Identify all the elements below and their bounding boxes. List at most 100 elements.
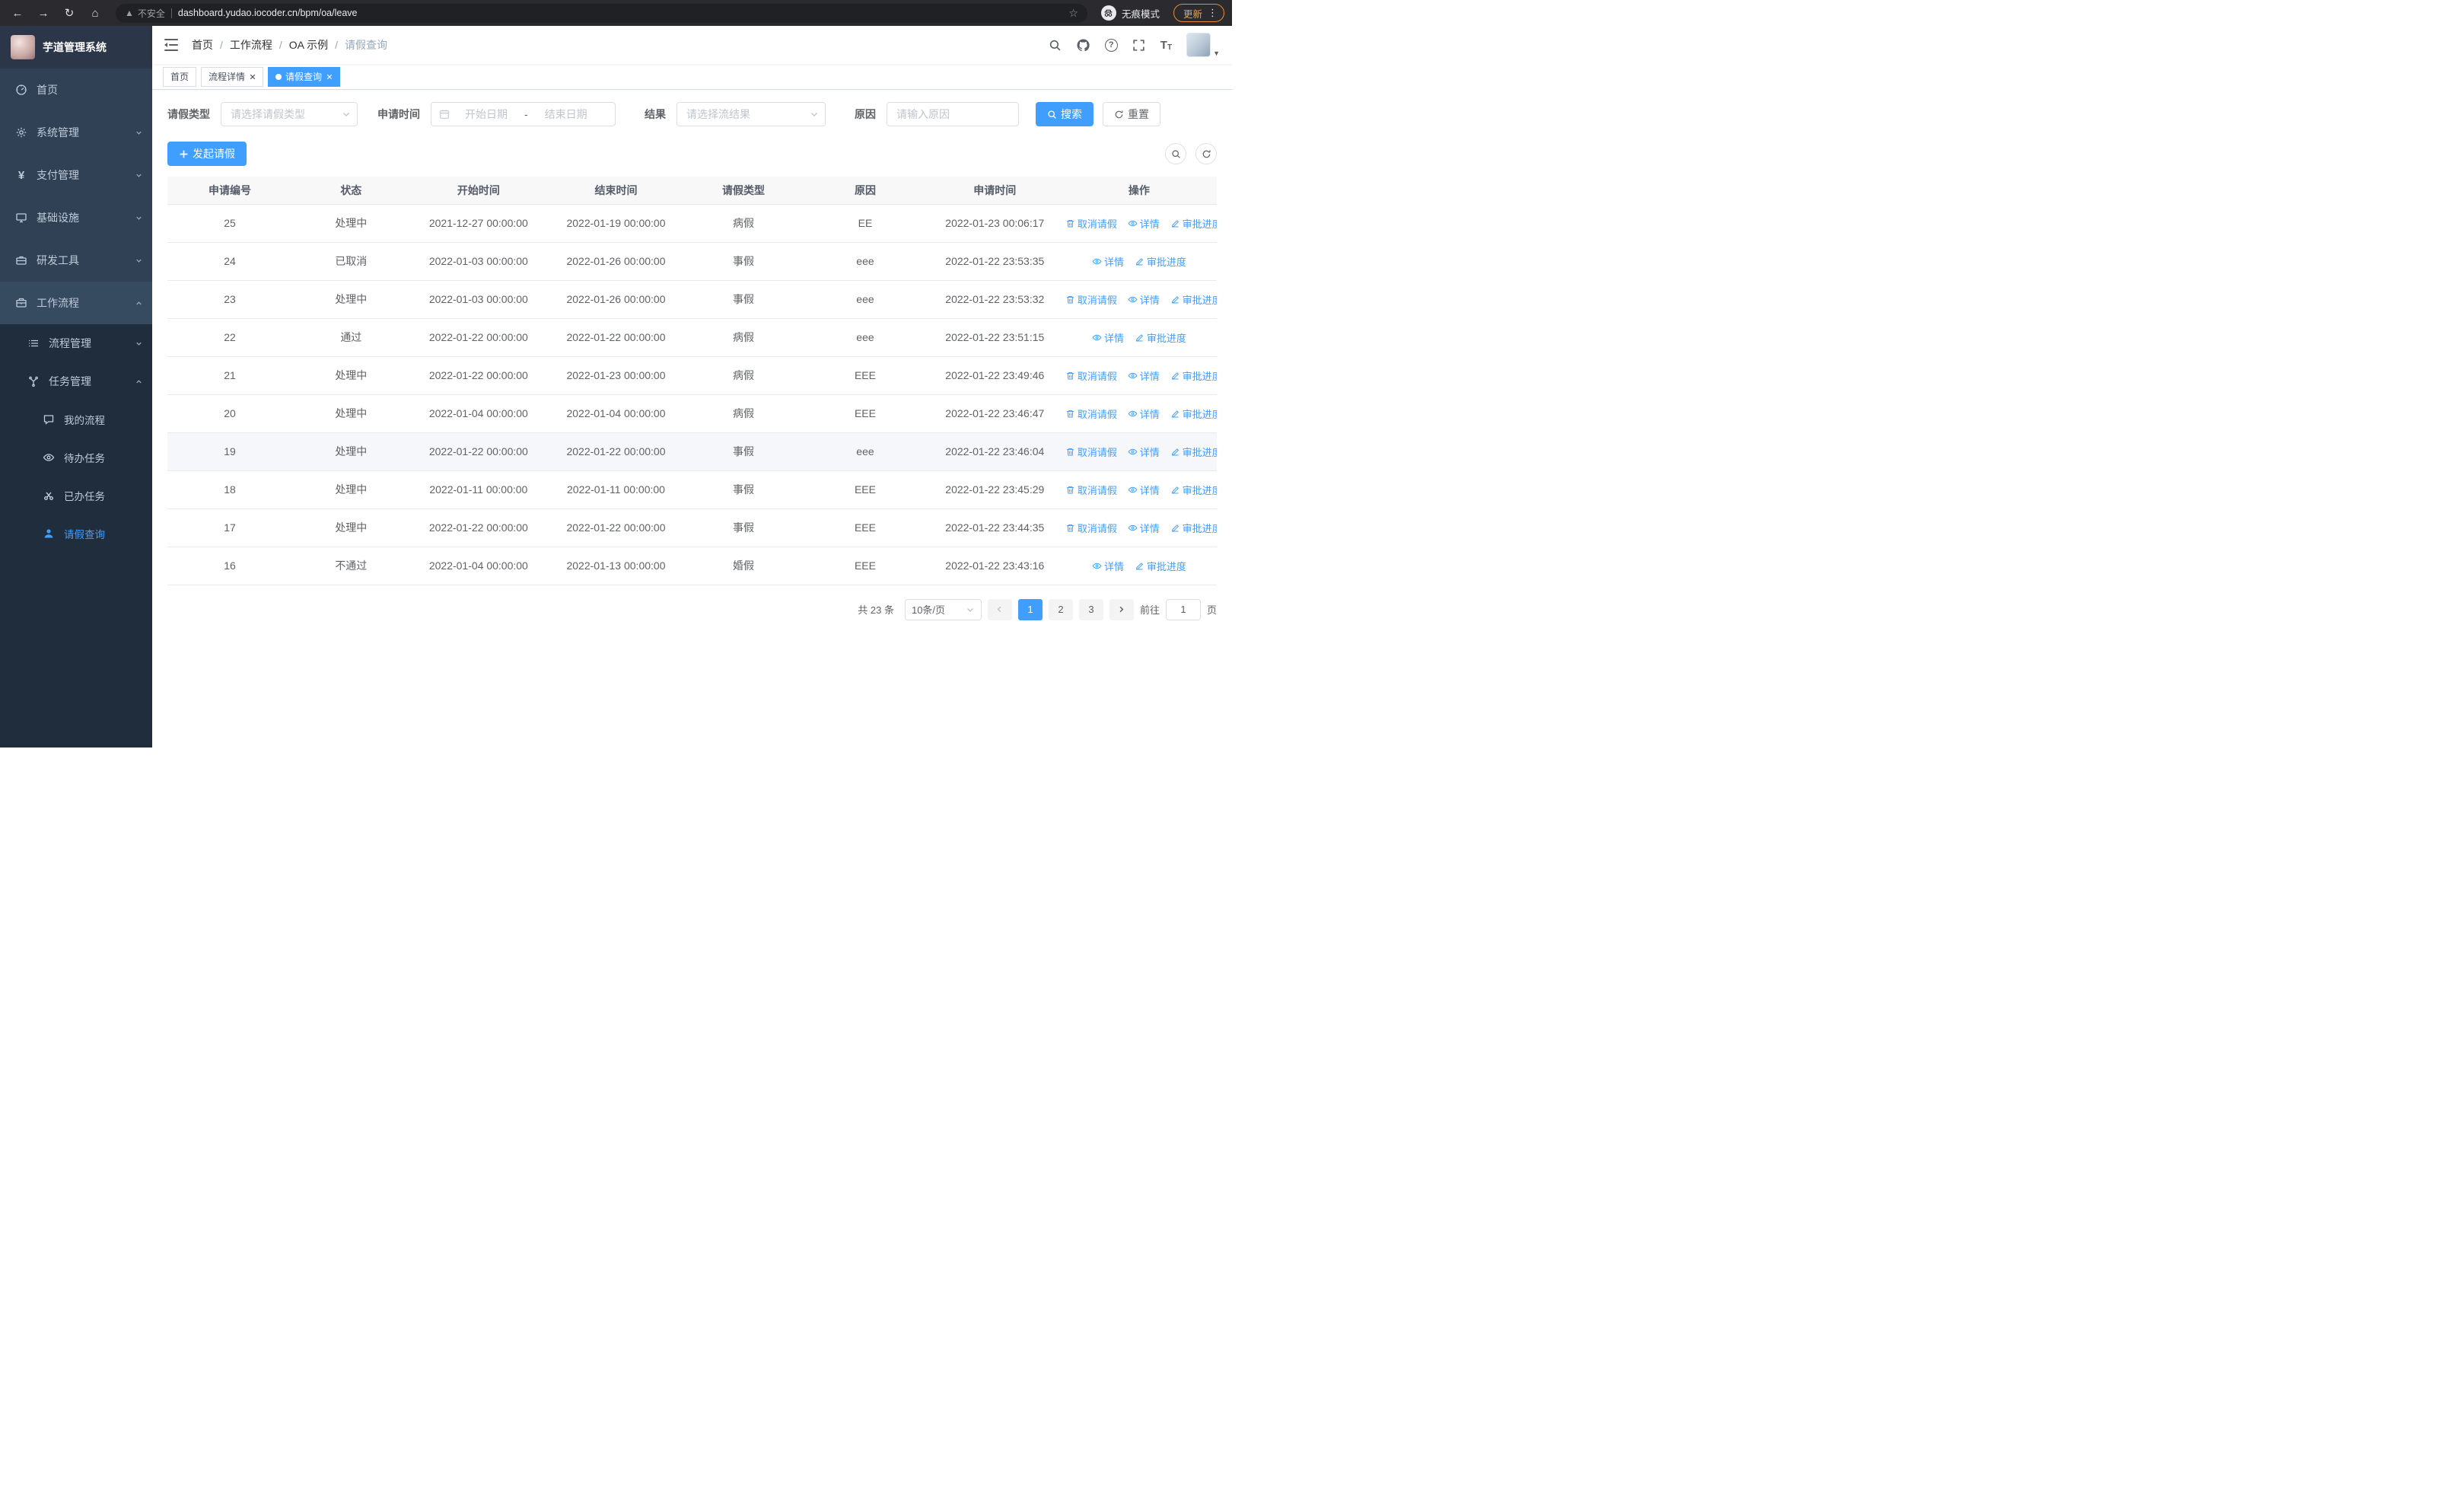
font-size-icon[interactable]: TT	[1160, 39, 1172, 52]
detail-link[interactable]: 详情	[1092, 254, 1124, 269]
sidebar-item-done-tasks[interactable]: 已办任务	[0, 477, 152, 515]
reason-input-wrap[interactable]	[887, 102, 1019, 126]
sidebar-item-task-management[interactable]: 任务管理	[0, 362, 152, 400]
breadcrumb-oa-example[interactable]: OA 示例	[289, 37, 328, 53]
sidebar-logo[interactable]: 芋道管理系统	[0, 26, 152, 69]
search-button[interactable]: 搜索	[1036, 102, 1094, 126]
sidebar-item-label: 研发工具	[37, 254, 79, 266]
approval-progress-link[interactable]: 审批进度	[1135, 330, 1186, 345]
security-warning[interactable]: ▲ 不安全	[125, 7, 165, 20]
sidebar-item-system[interactable]: 系统管理	[0, 111, 152, 154]
detail-link[interactable]: 详情	[1128, 216, 1160, 231]
end-date-input[interactable]	[533, 108, 598, 120]
detail-link[interactable]: 详情	[1092, 330, 1124, 345]
sidebar-item-devtools[interactable]: 研发工具	[0, 239, 152, 282]
detail-link[interactable]: 详情	[1128, 445, 1160, 459]
breadcrumb-workflow[interactable]: 工作流程	[230, 37, 272, 53]
leave-type-select[interactable]	[221, 102, 358, 126]
sidebar-item-payment[interactable]: ¥ 支付管理	[0, 154, 152, 196]
cancel-leave-link[interactable]: 取消请假	[1065, 445, 1117, 459]
sidebar-item-todo-tasks[interactable]: 待办任务	[0, 438, 152, 477]
breadcrumb-home[interactable]: 首页	[192, 37, 213, 53]
toggle-search-button[interactable]	[1165, 143, 1186, 164]
help-icon[interactable]: ?	[1104, 38, 1118, 52]
page-button-3[interactable]: 3	[1078, 598, 1103, 620]
cancel-leave-link[interactable]: 取消请假	[1065, 521, 1117, 535]
cancel-leave-label: 取消请假	[1077, 408, 1117, 420]
cancel-leave-link[interactable]: 取消请假	[1065, 406, 1117, 421]
detail-link[interactable]: 详情	[1128, 368, 1160, 383]
table-tools	[1165, 143, 1217, 164]
cancel-leave-link[interactable]: 取消请假	[1065, 483, 1117, 497]
reason-input[interactable]	[896, 108, 1009, 120]
kebab-menu-icon[interactable]: ⋮	[1208, 7, 1218, 19]
goto-page-input[interactable]	[1165, 598, 1201, 620]
approval-progress-link[interactable]: 审批进度	[1170, 521, 1217, 535]
detail-link[interactable]: 详情	[1128, 483, 1160, 497]
reason-label: 原因	[855, 108, 876, 120]
app-shell: 芋道管理系统 首页 系统管理 ¥ 支付管理 基础设施 研发工具 工作流程 流程管…	[0, 26, 1232, 748]
cancel-leave-link[interactable]: 取消请假	[1065, 368, 1117, 383]
create-leave-button[interactable]: 发起请假	[167, 142, 247, 166]
apply-time-range-picker[interactable]: -	[431, 102, 616, 126]
eye-icon	[1128, 410, 1138, 416]
sidebar-item-infrastructure[interactable]: 基础设施	[0, 196, 152, 239]
approval-progress-link[interactable]: 审批进度	[1170, 406, 1217, 421]
back-icon[interactable]: ←	[8, 3, 27, 23]
detail-link[interactable]: 详情	[1092, 559, 1124, 573]
approval-progress-link[interactable]: 审批进度	[1170, 292, 1217, 307]
sidebar-item-label: 请假查询	[64, 529, 105, 540]
approval-progress-link[interactable]: 审批进度	[1170, 483, 1217, 497]
fullscreen-icon[interactable]	[1132, 38, 1146, 52]
close-icon[interactable]	[326, 73, 333, 80]
eye-icon	[1128, 296, 1138, 302]
start-date-input[interactable]	[454, 108, 518, 120]
approval-progress-link[interactable]: 审批进度	[1135, 559, 1186, 573]
sidebar-item-label: 已办任务	[64, 491, 105, 502]
sidebar-item-my-process[interactable]: 我的流程	[0, 400, 152, 438]
page-size-select[interactable]: 10条/页	[904, 598, 982, 620]
sidebar-item-workflow[interactable]: 工作流程	[0, 282, 152, 324]
approval-progress-link[interactable]: 审批进度	[1135, 254, 1186, 269]
next-page-button[interactable]	[1109, 598, 1134, 620]
cell-applied: 2022-01-22 23:49:46	[928, 356, 1062, 395]
tab-leave-query[interactable]: 请假查询	[268, 66, 341, 87]
leave-type-select-input[interactable]	[231, 108, 337, 120]
result-select[interactable]	[676, 102, 826, 126]
cell-reason: EE	[802, 204, 928, 243]
result-select-input[interactable]	[686, 108, 805, 120]
refresh-table-button[interactable]	[1195, 143, 1217, 164]
refresh-icon[interactable]: ↻	[59, 3, 79, 23]
user-menu[interactable]: ▼	[1186, 33, 1220, 57]
sidebar-item-process-management[interactable]: 流程管理	[0, 324, 152, 362]
approval-progress-link[interactable]: 审批进度	[1170, 445, 1217, 459]
page-button-2[interactable]: 2	[1048, 598, 1073, 620]
close-icon[interactable]	[249, 73, 256, 80]
cancel-leave-link[interactable]: 取消请假	[1065, 216, 1117, 231]
detail-link[interactable]: 详情	[1128, 521, 1160, 535]
star-icon[interactable]: ☆	[1068, 7, 1078, 20]
update-button[interactable]: 更新 ⋮	[1173, 4, 1224, 22]
cancel-leave-link[interactable]: 取消请假	[1065, 292, 1117, 307]
tab-home[interactable]: 首页	[163, 66, 197, 87]
url-bar[interactable]: ▲ 不安全 dashboard.yudao.iocoder.cn/bpm/oa/…	[116, 3, 1087, 23]
approval-progress-link[interactable]: 审批进度	[1170, 216, 1217, 231]
reset-button[interactable]: 重置	[1103, 102, 1160, 126]
sidebar-item-leave-query[interactable]: 请假查询	[0, 515, 152, 553]
forward-icon[interactable]: →	[33, 3, 53, 23]
cell-reason: EEE	[802, 470, 928, 509]
chevron-down-icon	[343, 113, 349, 116]
url-text: dashboard.yudao.iocoder.cn/bpm/oa/leave	[177, 8, 358, 18]
github-icon[interactable]	[1077, 38, 1090, 52]
refresh-icon	[1115, 110, 1123, 118]
hamburger-icon[interactable]	[164, 38, 180, 52]
detail-link[interactable]: 详情	[1128, 406, 1160, 421]
home-icon[interactable]: ⌂	[85, 3, 105, 23]
page-button-1[interactable]: 1	[1017, 598, 1043, 620]
sidebar-item-home[interactable]: 首页	[0, 69, 152, 111]
approval-progress-link[interactable]: 审批进度	[1170, 368, 1217, 383]
prev-page-button[interactable]	[987, 598, 1012, 620]
tab-process-detail[interactable]: 流程详情	[201, 66, 264, 87]
detail-link[interactable]: 详情	[1128, 292, 1160, 307]
search-icon[interactable]	[1049, 38, 1062, 52]
